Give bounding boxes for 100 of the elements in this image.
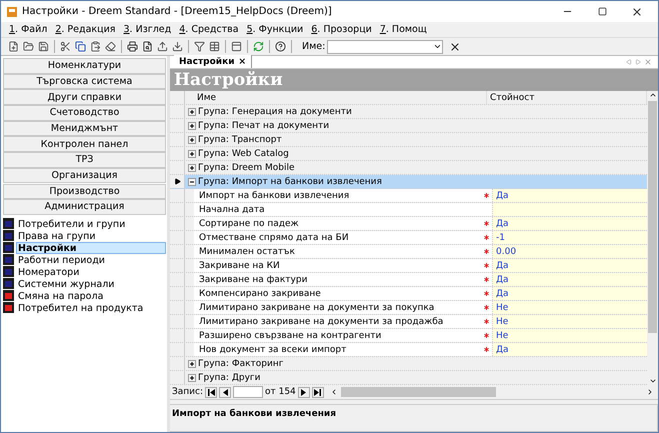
module-button[interactable]: Номенклатури — [3, 58, 166, 74]
save-icon[interactable] — [37, 40, 50, 54]
filter-icon[interactable] — [193, 40, 206, 54]
menu-item[interactable]: 5. Функции — [246, 24, 304, 35]
sidebar-item[interactable]: Смяна на парола — [16, 290, 166, 302]
group-name: Група: Факторинг — [198, 358, 284, 370]
name-label: Име: — [302, 41, 326, 52]
setting-value[interactable]: Да — [492, 259, 647, 272]
sidebar-item[interactable]: Потребител на продукта — [16, 302, 166, 314]
menu-item[interactable]: 3. Изглед — [124, 24, 172, 35]
module-button[interactable]: Контролен панел — [3, 136, 166, 152]
sidebar-item[interactable]: Работни периоди — [16, 254, 166, 266]
scroll-right-icon[interactable] — [646, 388, 654, 396]
group-row[interactable]: Група: Други — [170, 371, 647, 385]
settings-tab[interactable]: Настройки × — [174, 55, 252, 68]
current-row-icon — [174, 178, 180, 185]
previous-tab-icon[interactable] — [626, 58, 632, 64]
close-tab-icon[interactable] — [644, 58, 652, 66]
menu-item[interactable]: 6. Прозорци — [311, 24, 372, 35]
menu-item[interactable]: 1. Файл — [9, 24, 48, 35]
refresh-icon[interactable] — [252, 40, 265, 54]
module-button[interactable]: Мениджмънт — [3, 120, 166, 136]
setting-value[interactable]: Не — [492, 301, 647, 314]
setting-value[interactable]: Да — [492, 217, 647, 230]
module-button[interactable]: Производство — [3, 184, 166, 200]
copy-icon[interactable] — [74, 40, 87, 54]
expand-icon[interactable] — [188, 360, 196, 368]
last-icon[interactable] — [314, 388, 322, 396]
setting-name: Разширено свързване на контрагенти — [199, 330, 382, 342]
close-icon[interactable] — [631, 6, 643, 18]
vertical-scrollbar[interactable] — [647, 91, 658, 385]
collapse-icon[interactable] — [188, 178, 196, 186]
module-button[interactable]: ТРЗ — [3, 152, 166, 168]
module-button[interactable]: Администрация — [3, 199, 166, 215]
last-record-button[interactable] — [312, 386, 324, 398]
group-row[interactable]: Група: Генерация на документи — [170, 105, 647, 119]
setting-value[interactable]: Не — [492, 329, 647, 342]
module-button[interactable]: Счетоводство — [3, 105, 166, 121]
group-name: Група: Генерация на документи — [198, 106, 352, 118]
next-record-button[interactable] — [298, 386, 310, 398]
setting-value[interactable]: Да — [492, 273, 647, 286]
scissors-icon[interactable] — [59, 40, 72, 54]
sidebar-item[interactable]: Номератори — [16, 266, 166, 278]
previous-record-button[interactable] — [219, 386, 231, 398]
group-row[interactable]: Група: Web Catalog — [170, 147, 647, 161]
sidebar-item[interactable]: Системни журнали — [16, 278, 166, 290]
app-icon — [7, 6, 17, 16]
page-title: Настройки — [170, 69, 658, 91]
sidebar-item[interactable]: Права на групи — [16, 230, 166, 242]
setting-name: Нов документ за всеки импорт — [199, 344, 348, 356]
previous-icon[interactable] — [222, 388, 228, 396]
first-record-button[interactable] — [205, 386, 217, 398]
group-name: Група: Web Catalog — [198, 148, 289, 160]
paste-icon[interactable] — [89, 40, 102, 54]
help-icon[interactable] — [274, 40, 287, 54]
group-row[interactable]: Група: Транспорт — [170, 133, 647, 147]
setting-value[interactable]: Да — [492, 189, 647, 202]
expand-icon[interactable] — [188, 164, 196, 172]
expand-icon[interactable] — [188, 122, 196, 130]
expand-icon[interactable] — [188, 150, 196, 158]
setting-value[interactable]: 0.00 — [492, 245, 647, 258]
group-row[interactable]: Група: Печат на документи — [170, 119, 647, 133]
open-folder-icon[interactable] — [22, 40, 35, 54]
group-row[interactable]: Група: Факторинг — [170, 357, 647, 371]
window-title: Настройки - Dreem Standard - [Dreem15_HelpDocs (Dreem)] — [22, 6, 333, 17]
module-button[interactable]: Други справки — [3, 89, 166, 105]
menu-item[interactable]: 4. Средства — [179, 24, 239, 35]
setting-value[interactable]: Да — [492, 287, 647, 300]
setting-name: Закриване на КИ — [199, 260, 281, 272]
expand-icon[interactable] — [188, 108, 196, 116]
printer-icon[interactable] — [126, 40, 139, 54]
next-icon[interactable] — [301, 388, 306, 396]
upload-icon[interactable] — [156, 40, 169, 54]
module-button[interactable]: Организация — [3, 168, 166, 184]
scroll-down-icon[interactable] — [648, 377, 656, 385]
setting-value[interactable]: -1 — [492, 231, 647, 244]
sidebar-item[interactable]: Настройки — [16, 242, 166, 254]
setting-value[interactable]: Да — [492, 343, 647, 356]
setting-value[interactable]: Не — [492, 315, 647, 328]
column-header[interactable]: Име — [194, 91, 487, 104]
sidebar-item[interactable]: Потребители и групи — [16, 218, 166, 230]
menu-item[interactable]: 2. Редакция — [55, 24, 116, 35]
eraser-icon[interactable] — [104, 40, 117, 54]
expand-icon[interactable] — [188, 136, 196, 144]
module-button[interactable]: Търговска система — [3, 74, 166, 90]
download-icon[interactable] — [171, 40, 184, 54]
preview-icon[interactable] — [141, 40, 154, 54]
menu-item[interactable]: 7. Помощ — [380, 24, 427, 35]
first-icon[interactable] — [208, 388, 214, 396]
group-row[interactable]: Група: Импорт на банкови извлечения — [170, 175, 647, 189]
new-file-icon[interactable] — [7, 40, 20, 54]
group-row[interactable]: Група: Dreem Mobile — [170, 161, 647, 175]
table-icon[interactable] — [208, 40, 221, 54]
group-name: Група: Други — [198, 372, 260, 384]
form-icon[interactable] — [230, 40, 243, 54]
next-tab-icon[interactable] — [635, 58, 641, 64]
record-field[interactable] — [233, 386, 263, 398]
expand-icon[interactable] — [188, 374, 196, 382]
maximize-icon[interactable] — [598, 7, 606, 16]
scroll-up-icon[interactable] — [648, 91, 656, 99]
